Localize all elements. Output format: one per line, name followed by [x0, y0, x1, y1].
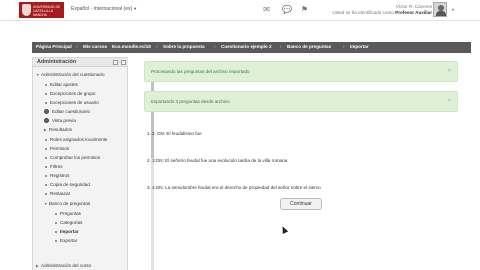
- mouse-pointer-icon: [279, 225, 289, 234]
- breadcrumb-item[interactable]: Cuestionario ejemplo 2: [221, 44, 272, 49]
- sidebar-item-quiz-admin[interactable]: ▼Administración del cuestionario: [36, 72, 105, 77]
- sidebar-item-restore[interactable]: Restaurar: [45, 191, 70, 196]
- crest-icon: [22, 4, 31, 16]
- breadcrumb-separator: ›: [156, 44, 158, 49]
- breadcrumb-separator: ›: [76, 44, 78, 49]
- breadcrumb-separator: ›: [280, 44, 282, 49]
- bullet-icon: [45, 84, 47, 86]
- chevron-down-icon: ▼: [133, 6, 138, 11]
- sidebar-item-question-bank[interactable]: ▼Banco de preguntas: [44, 201, 90, 206]
- bullet-icon: [45, 184, 47, 186]
- user-login-text: Usted se ha identificado como: [332, 10, 394, 15]
- envelope-icon[interactable]: ✉: [262, 5, 271, 14]
- notice-text: Importando 3 preguntas desde archivo: [151, 99, 230, 104]
- chevron-down-icon[interactable]: ▼: [451, 7, 455, 12]
- sidebar-item-preview[interactable]: Vista previa: [44, 118, 76, 123]
- language-menu[interactable]: Español - Internacional (es)▼: [71, 6, 137, 12]
- notice-text: Procesando las preguntas del archivo imp…: [151, 69, 250, 74]
- user-role: Profesor Auxiliar: [395, 10, 432, 15]
- flag-icon[interactable]: ⚑: [300, 5, 309, 14]
- sidebar-item-user-overrides[interactable]: Excepciones de usuario: [45, 100, 99, 105]
- sidebar-item-import[interactable]: Importar: [55, 229, 79, 234]
- breadcrumb-separator: ›: [343, 44, 345, 49]
- chat-icon[interactable]: 💬: [282, 5, 292, 14]
- sidebar-item-export[interactable]: Exportar: [55, 238, 77, 243]
- bullet-icon: [45, 166, 47, 168]
- breadcrumb-item[interactable]: Página Principal: [36, 44, 72, 49]
- sidebar-item-local-roles[interactable]: Roles asignados localmente: [45, 137, 107, 142]
- breadcrumb: Página Principal › Mis cursos › Eco.mood…: [32, 42, 471, 53]
- imported-question: 2. 3.DN: El señorío feudal fue una evolu…: [147, 158, 288, 163]
- block-title: Administración: [37, 59, 77, 65]
- dock-icon[interactable]: -: [113, 60, 118, 65]
- bullet-icon: [45, 102, 47, 104]
- top-header: UNIVERSIDAD DE CASTILLA-LA MANCHA Españo…: [0, 0, 480, 21]
- continue-button[interactable]: Continuar: [280, 198, 322, 210]
- breadcrumb-item[interactable]: Mis cursos: [83, 44, 107, 49]
- bullet-icon: [45, 93, 47, 95]
- sidebar-item-backup[interactable]: Copia de seguridad: [45, 182, 90, 187]
- preview-icon: [44, 118, 49, 123]
- breadcrumb-current: Importar: [350, 44, 369, 49]
- sidebar-item-group-overrides[interactable]: Excepciones de grupo: [45, 91, 95, 96]
- sidebar-item-results[interactable]: ▶ Resultados: [44, 127, 72, 132]
- bullet-icon: [45, 193, 47, 195]
- user-menu[interactable]: Víctor R. Cáceres Usted se ha identifica…: [332, 4, 432, 16]
- sidebar-item-edit-quiz[interactable]: Editar cuestionario: [44, 109, 90, 114]
- collapse-icon[interactable]: ▫: [121, 60, 126, 65]
- language-label: Español - Internacional (es): [71, 6, 133, 12]
- sidebar-item-questions[interactable]: Preguntas: [55, 211, 81, 216]
- breadcrumb-item[interactable]: Banco de preguntas: [287, 44, 331, 49]
- breadcrumb-separator: ›: [214, 44, 216, 49]
- block-header: Administración - ▫: [33, 58, 128, 67]
- bullet-icon: [55, 231, 57, 233]
- sidebar-item-edit-settings[interactable]: Editar ajustes: [45, 82, 78, 87]
- breadcrumb-item[interactable]: Eco.moodle.ecl18: [112, 44, 151, 49]
- close-icon[interactable]: ×: [448, 98, 451, 104]
- logo-text: UNIVERSIDAD DE CASTILLA-LA MANCHA: [33, 5, 61, 17]
- success-notice: Importando 3 preguntas desde archivo ×: [144, 91, 458, 112]
- bullet-icon: [55, 222, 57, 224]
- breadcrumb-separator: ›: [105, 44, 107, 49]
- sidebar-item-logs[interactable]: Registros: [45, 173, 69, 178]
- gear-icon: [44, 109, 49, 114]
- success-notice: Procesando las preguntas del archivo imp…: [144, 61, 458, 82]
- site-logo[interactable]: UNIVERSIDAD DE CASTILLA-LA MANCHA: [19, 2, 64, 18]
- sidebar-item-categories[interactable]: Categorías: [55, 220, 82, 225]
- administration-block: Administración - ▫ ▼Administración del c…: [32, 57, 154, 270]
- imported-question: 1. 2. DN: El feudalismo fue: [147, 131, 202, 136]
- sidebar-item-check-permissions[interactable]: Comprobar los permisos: [45, 155, 100, 160]
- sidebar-item-permissions[interactable]: Permisos: [45, 146, 69, 151]
- sidebar-item-course-admin[interactable]: ▶ Administración del curso: [36, 263, 91, 268]
- bullet-icon: [45, 175, 47, 177]
- bullet-icon: [45, 148, 47, 150]
- close-icon[interactable]: ×: [448, 68, 451, 74]
- bullet-icon: [55, 240, 57, 242]
- scrollbar-thumb[interactable]: [151, 78, 154, 158]
- imported-question: 3. 4.DN: La servidumbre feudal era el de…: [147, 185, 321, 190]
- bullet-icon: [45, 139, 47, 141]
- avatar[interactable]: [433, 2, 447, 17]
- bullet-icon: [55, 213, 57, 215]
- breadcrumb-item[interactable]: Sobre la propuesta: [163, 44, 205, 49]
- bullet-icon: [45, 157, 47, 159]
- sidebar-item-filters[interactable]: Filtros: [45, 164, 63, 169]
